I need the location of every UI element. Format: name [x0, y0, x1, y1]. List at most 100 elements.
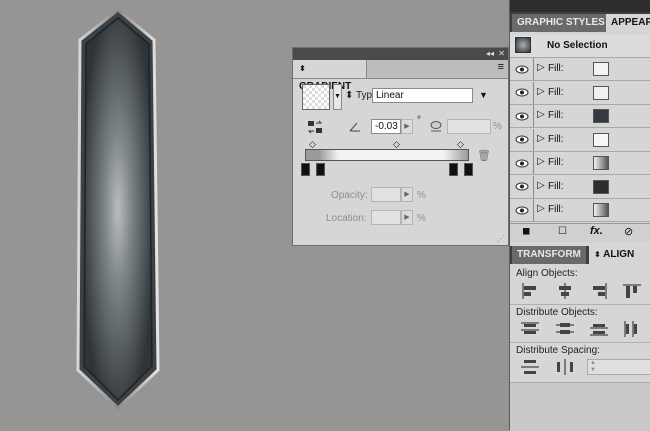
fill-row[interactable]: ▷ Fill:	[510, 152, 650, 175]
visibility-eye-icon[interactable]	[510, 152, 534, 174]
align-right-icon[interactable]	[589, 282, 609, 300]
new-item-icon[interactable]: ☐	[558, 226, 567, 237]
distribute-horizontal-space-svg	[557, 359, 573, 375]
fill-swatch[interactable]	[593, 179, 609, 194]
section-divider	[510, 304, 650, 305]
distribute-left-icon[interactable]	[622, 320, 642, 338]
distribute-horizontal-space-icon[interactable]	[555, 358, 575, 376]
expand-triangle-icon[interactable]: ▷	[537, 133, 545, 144]
tab-align[interactable]: ⬍ ALIGN	[589, 246, 650, 264]
reverse-gradient-svg	[307, 120, 323, 134]
visibility-eye-icon[interactable]	[510, 81, 534, 104]
fill-label: Fill:	[548, 110, 564, 121]
fx-icon[interactable]: fx.	[590, 225, 603, 237]
align-left-icon[interactable]	[520, 282, 540, 300]
gradient-preview-swatch[interactable]	[302, 84, 330, 110]
artwork-svg	[76, 8, 160, 411]
type-select[interactable]: Linear	[372, 88, 473, 103]
type-select-value: Linear	[376, 90, 404, 101]
expand-triangle-icon[interactable]: ▷	[537, 156, 545, 167]
visibility-eye-icon[interactable]	[510, 199, 534, 221]
distribute-top-icon[interactable]	[520, 320, 540, 338]
visibility-eye-icon[interactable]	[510, 175, 534, 198]
align-top-icon[interactable]	[622, 282, 642, 300]
section-divider	[510, 342, 650, 343]
fill-row[interactable]: ▷ Fill:	[510, 58, 650, 81]
distribute-vertical-space-svg	[521, 360, 539, 374]
fill-label: Fill:	[548, 204, 564, 215]
expand-triangle-icon[interactable]: ▷	[537, 62, 545, 73]
aspect-ratio-input[interactable]	[447, 119, 491, 134]
distribute-objects-label: Distribute Objects:	[516, 307, 598, 318]
distribute-top-svg	[521, 322, 539, 334]
expand-triangle-icon[interactable]: ▷	[537, 86, 545, 97]
color-stop[interactable]	[449, 163, 458, 176]
reverse-gradient-icon[interactable]	[307, 120, 323, 134]
color-stop[interactable]	[316, 163, 325, 176]
visibility-eye-icon[interactable]	[510, 58, 534, 80]
fill-label: Fill:	[548, 157, 564, 168]
distribute-vertical-space-icon[interactable]	[520, 358, 540, 376]
align-panel: TRANSFORM ⬍ ALIGN Align Objects: Distrib…	[509, 242, 650, 431]
artwork-shape[interactable]	[76, 8, 160, 411]
degree-symbol: °	[417, 115, 421, 126]
appearance-top-strip	[510, 0, 650, 12]
location-input[interactable]	[371, 210, 401, 225]
expand-triangle-icon[interactable]: ▷	[537, 109, 545, 120]
color-stop[interactable]	[464, 163, 473, 176]
swatch-dropdown-icon[interactable]: ▼	[333, 84, 342, 110]
fill-swatch[interactable]	[593, 62, 609, 76]
fill-row[interactable]: ▷ Fill:	[510, 199, 650, 222]
fill-row[interactable]: ▷ Fill:	[510, 81, 650, 105]
fill-swatch[interactable]	[593, 109, 609, 123]
spacing-stepper-icon[interactable]: ▲ ▼	[590, 360, 596, 374]
visibility-eye-icon[interactable]	[510, 128, 534, 151]
tab-appearance[interactable]: APPEAR	[606, 14, 650, 32]
eye-svg	[515, 88, 528, 97]
distribute-bottom-icon[interactable]	[589, 320, 609, 338]
trash-icon[interactable]: 🗑	[477, 149, 491, 162]
distribute-bottom-svg	[590, 324, 608, 336]
distribute-vertical-center-icon[interactable]	[555, 320, 575, 338]
spacing-input[interactable]: ▲ ▼	[587, 359, 650, 375]
opacity-dropdown-arrow-icon[interactable]: ▶	[401, 187, 413, 202]
gradient-panel: ◂◂ ✕ ⬍ GRADIENT ≡ ▼ ⬍ Type: Linear ▼ -0.…	[292, 47, 509, 246]
clear-appearance-icon[interactable]: ⊘	[624, 225, 633, 238]
tab-transform[interactable]: TRANSFORM	[512, 246, 586, 264]
angle-icon	[349, 121, 361, 132]
fill-swatch[interactable]	[593, 85, 609, 100]
tab-graphic-styles[interactable]: GRAPHIC STYLES	[512, 14, 610, 32]
fill-swatch[interactable]	[593, 156, 609, 170]
expand-triangle-icon[interactable]: ▷	[537, 203, 545, 214]
resize-grip-icon[interactable]: ⋰	[497, 234, 505, 243]
opacity-input[interactable]	[371, 187, 401, 202]
aspect-ratio-svg	[430, 121, 442, 132]
tab-gradient[interactable]: ⬍ GRADIENT	[293, 60, 367, 92]
angle-input[interactable]: -0.03	[371, 119, 401, 134]
align-horizontal-center-svg	[559, 283, 571, 299]
fill-swatch[interactable]	[593, 203, 609, 217]
fill-row[interactable]: ▷ Fill:	[510, 105, 650, 128]
gradient-slider-bar[interactable]	[305, 149, 469, 161]
midpoint-diamond-icon[interactable]: ◇	[393, 139, 400, 150]
collapse-icon[interactable]: ◂◂	[486, 48, 494, 60]
color-stop[interactable]	[301, 163, 310, 176]
close-icon[interactable]: ✕	[498, 48, 505, 60]
fill-swatch[interactable]	[593, 132, 609, 147]
fill-label: Fill:	[548, 180, 564, 192]
midpoint-diamond-icon[interactable]: ◇	[457, 139, 464, 150]
midpoint-diamond-icon[interactable]: ◇	[309, 139, 316, 150]
fill-row[interactable]: ▷ Fill:	[510, 175, 650, 199]
align-horizontal-center-icon[interactable]	[555, 282, 575, 300]
location-percent-symbol: %	[417, 213, 426, 224]
visibility-eye-icon[interactable]	[510, 105, 534, 127]
panel-menu-icon[interactable]: ≡	[498, 61, 504, 73]
fill-row[interactable]: ▷ Fill:	[510, 128, 650, 152]
angle-dropdown-arrow-icon[interactable]: ▶	[401, 119, 413, 134]
type-dropdown-arrow-icon[interactable]: ▼	[479, 90, 488, 100]
gradient-panel-titlebar[interactable]: ◂◂ ✕	[293, 48, 508, 60]
tab-transform-label: TRANSFORM	[517, 249, 581, 260]
expand-triangle-icon[interactable]: ▷	[537, 180, 545, 191]
new-art-basic-icon[interactable]: ◼	[522, 226, 530, 237]
location-dropdown-arrow-icon[interactable]: ▶	[401, 210, 413, 225]
